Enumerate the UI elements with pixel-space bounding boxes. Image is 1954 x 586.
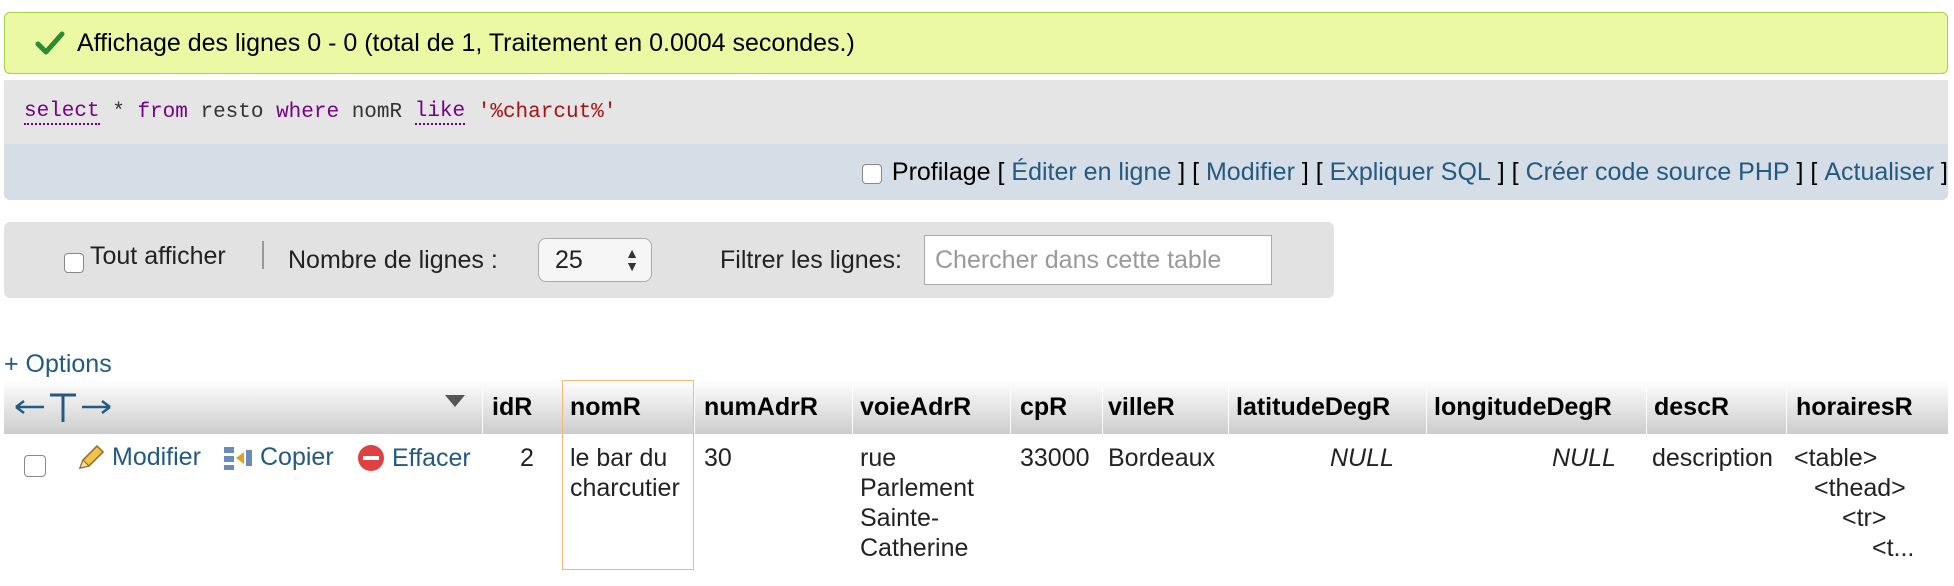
pencil-icon: [78, 444, 105, 469]
refresh-link[interactable]: Actualiser: [1824, 158, 1934, 187]
success-message-text: Affichage des lignes 0 - 0 (total de 1, …: [77, 28, 855, 57]
show-all-label[interactable]: Tout afficher: [90, 242, 226, 271]
success-message-box: Affichage des lignes 0 - 0 (total de 1, …: [4, 12, 1948, 74]
cell-latitudeDegR: NULL: [1330, 444, 1394, 472]
nav-divider: [262, 241, 264, 269]
delete-icon: [358, 445, 384, 471]
column-header-cpR[interactable]: cpR: [1020, 380, 1067, 434]
show-all-checkbox[interactable]: [64, 253, 84, 273]
row-delete-action[interactable]: Effacer: [356, 443, 471, 473]
explain-sql-link[interactable]: Expliquer SQL: [1330, 158, 1491, 187]
select-arrows-icon: ▲ ▼: [625, 245, 639, 274]
sql-string-literal: '%charcut%': [477, 100, 617, 124]
sql-column: nomR: [339, 100, 415, 124]
rows-count-select[interactable]: 25 ▲ ▼: [538, 238, 652, 282]
checkmark-icon: [35, 31, 65, 55]
row-edit-label[interactable]: Modifier: [112, 443, 201, 472]
profiling-checkbox[interactable]: [861, 164, 882, 184]
rows-count-label: Nombre de lignes :: [288, 245, 498, 274]
column-header-nomR[interactable]: nomR: [570, 380, 641, 434]
row-delete-label[interactable]: Effacer: [392, 444, 471, 473]
sort-dropdown-icon[interactable]: [444, 394, 466, 408]
copy-icon: [224, 446, 252, 470]
cell-idR: 2: [520, 444, 534, 472]
options-link[interactable]: + Options: [4, 350, 112, 379]
column-header-idR[interactable]: idR: [492, 380, 532, 434]
sql-keyword-like[interactable]: like: [414, 100, 466, 125]
row-copy-action[interactable]: Copier: [222, 443, 334, 472]
cell-horairesR: <table> <thead> <tr> <t...: [1794, 444, 1915, 562]
edit-query-link[interactable]: Modifier: [1206, 158, 1295, 187]
inline-edit-link[interactable]: Éditer en ligne: [1011, 158, 1171, 187]
profiling-label: Profilage: [891, 157, 991, 186]
cell-cpR: 33000: [1020, 444, 1090, 472]
navigation-bar: Tout afficher Nombre de lignes : 25 ▲ ▼ F…: [4, 222, 1334, 298]
row-edit-action[interactable]: Modifier: [76, 443, 201, 472]
column-header-voieAdrR[interactable]: voieAdrR: [860, 380, 971, 434]
sql-table: resto: [187, 100, 277, 124]
query-tools-bar: Profilage [ Éditer en ligne ] [ Modifier…: [4, 144, 1948, 200]
column-header-descR[interactable]: descR: [1654, 380, 1729, 434]
column-header-horairesR[interactable]: horairesR: [1796, 380, 1913, 434]
create-php-code-link[interactable]: Créer code source PHP: [1526, 158, 1790, 187]
column-header-longitudeDegR[interactable]: longitudeDegR: [1434, 380, 1612, 434]
column-resize-arrows-icon[interactable]: [14, 390, 112, 424]
sql-keyword-from: from: [137, 100, 188, 124]
sql-keyword-where: where: [276, 100, 340, 124]
column-header-villeR[interactable]: villeR: [1108, 380, 1175, 434]
cell-descR: description: [1652, 444, 1773, 472]
cell-villeR: Bordeaux: [1108, 444, 1216, 472]
filter-rows-input[interactable]: Chercher dans cette table: [924, 235, 1272, 285]
sql-space: [465, 101, 478, 124]
cell-nomR: le bar du charcutier: [570, 444, 680, 502]
cell-voieAdrR: rue Parlement Sainte- Catherine: [860, 444, 974, 562]
sql-keyword-select[interactable]: select: [24, 100, 100, 125]
row-select-checkbox[interactable]: [24, 455, 46, 477]
row-copy-label[interactable]: Copier: [260, 443, 334, 472]
sql-query: select * from resto where nomR like '%ch…: [4, 80, 1948, 144]
rows-count-value: 25: [555, 245, 583, 274]
cell-longitudeDegR: NULL: [1552, 444, 1616, 472]
column-header-numAdrR[interactable]: numAdrR: [704, 380, 818, 434]
column-header-latitudeDegR[interactable]: latitudeDegR: [1236, 380, 1390, 434]
sql-star: *: [99, 100, 138, 124]
filter-rows-label: Filtrer les lignes:: [720, 245, 902, 274]
cell-numAdrR: 30: [704, 444, 732, 472]
